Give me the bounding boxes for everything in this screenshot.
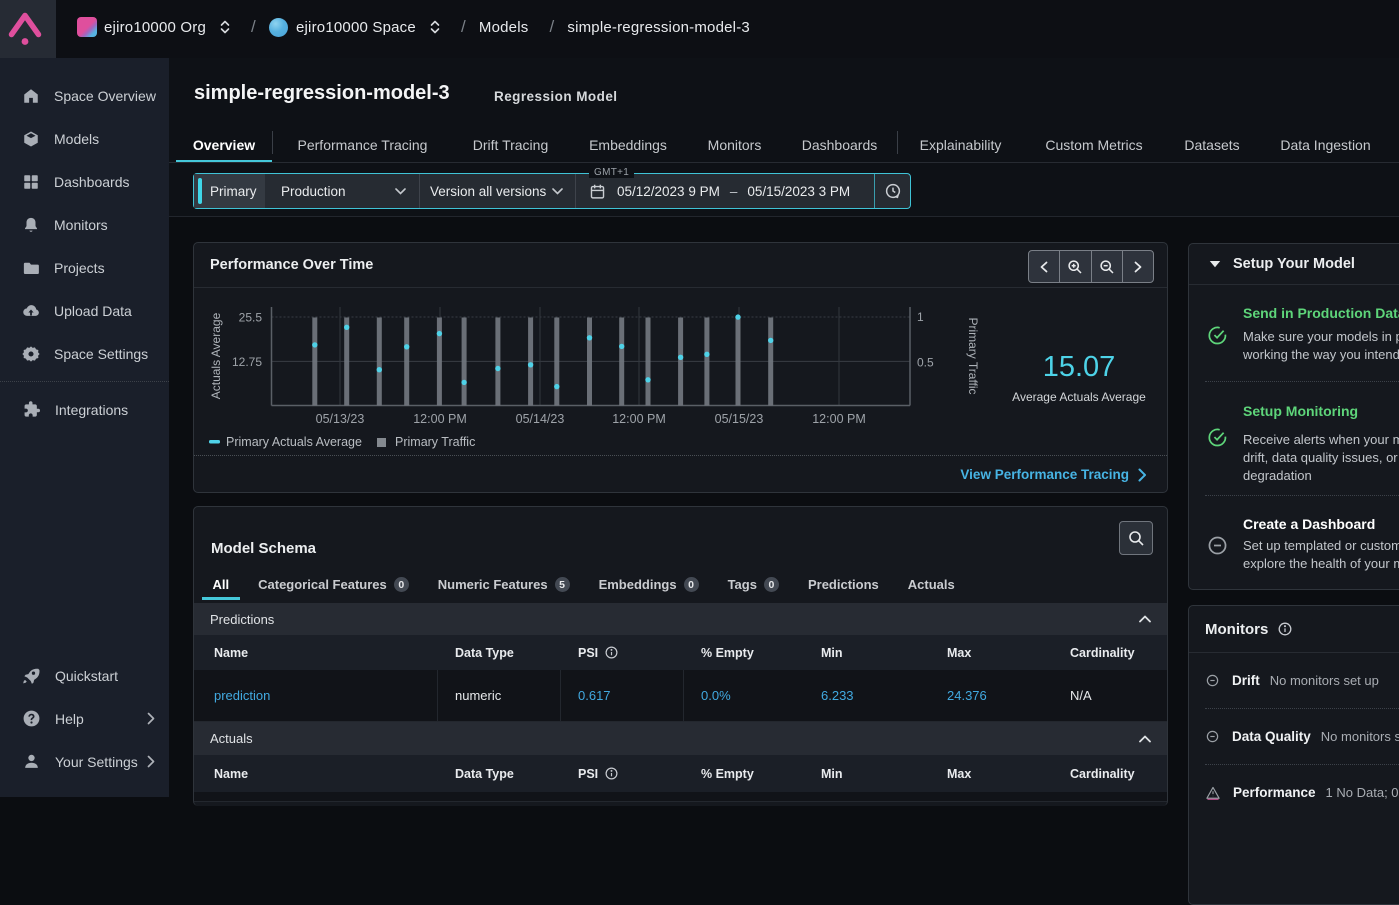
svg-text:12:00 PM: 12:00 PM: [812, 412, 866, 426]
svg-text:12:00 PM: 12:00 PM: [413, 412, 467, 426]
svg-text:05/15/23: 05/15/23: [715, 412, 764, 426]
svg-text:05/13/23: 05/13/23: [316, 412, 365, 426]
svg-text:0.5: 0.5: [917, 355, 934, 369]
svg-text:Primary Traffic: Primary Traffic: [395, 435, 475, 449]
svg-text:1: 1: [917, 310, 924, 324]
svg-text:12.75: 12.75: [232, 355, 262, 369]
svg-text:Primary Actuals Average: Primary Actuals Average: [226, 435, 362, 449]
svg-text:12:00 PM: 12:00 PM: [612, 412, 666, 426]
svg-text:Actuals Average: Actuals Average: [209, 312, 223, 399]
svg-text:Primary Traffic: Primary Traffic: [966, 317, 980, 394]
svg-text:05/14/23: 05/14/23: [516, 412, 565, 426]
svg-text:25.5: 25.5: [239, 311, 263, 325]
